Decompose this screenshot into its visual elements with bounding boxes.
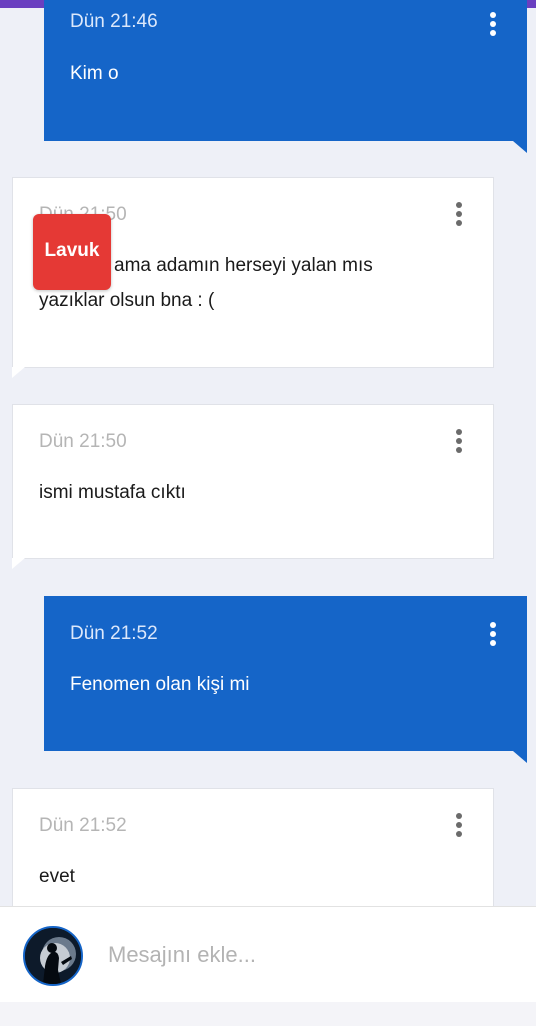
more-options-icon[interactable] [455, 202, 463, 226]
bubble-tail [12, 558, 25, 569]
bottom-strip [0, 1002, 536, 1026]
message-bubble-sent[interactable]: Dün 21:46 Kim o [44, 0, 527, 141]
more-options-icon[interactable] [489, 622, 497, 646]
message-text: Kim o [70, 63, 119, 84]
more-options-icon[interactable] [455, 429, 463, 453]
message-text: ama adamın herseyi yalan mıs [114, 255, 373, 276]
message-timestamp: Dün 21:52 [70, 623, 158, 644]
message-bubble-received[interactable]: Dün 21:50 ismi mustafa cıktı [12, 404, 494, 559]
message-timestamp: Dün 21:46 [70, 11, 158, 32]
message-composer [0, 906, 536, 1002]
more-options-icon[interactable] [489, 12, 497, 36]
lavuk-badge: Lavuk [33, 214, 111, 290]
user-avatar[interactable] [23, 926, 83, 986]
message-bubble-sent[interactable]: Dün 21:52 Fenomen olan kişi mi [44, 596, 527, 751]
message-bubble-received[interactable]: Dün 21:52 evet [12, 788, 494, 918]
message-timestamp: Dün 21:50 [39, 431, 127, 452]
message-text: ismi mustafa cıktı [39, 482, 186, 503]
message-timestamp: Dün 21:52 [39, 815, 127, 836]
avatar-image [25, 928, 81, 984]
bubble-tail [513, 751, 527, 763]
more-options-icon[interactable] [455, 813, 463, 837]
message-text: evet [39, 866, 75, 887]
bubble-tail [12, 367, 25, 378]
message-input[interactable] [108, 935, 508, 975]
bubble-tail [513, 141, 527, 153]
message-text: Fenomen olan kişi mi [70, 674, 250, 695]
